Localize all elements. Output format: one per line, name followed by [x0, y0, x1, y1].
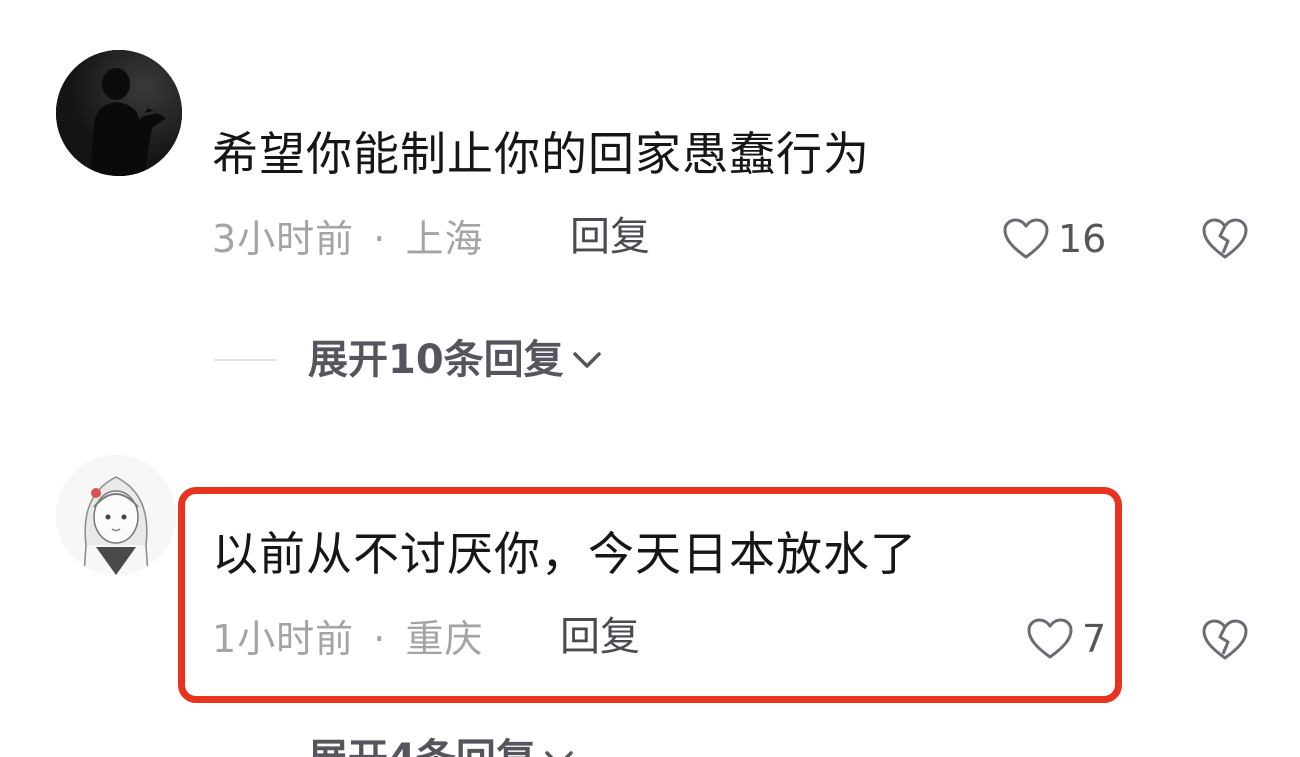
like-button[interactable]: 16 [1002, 216, 1106, 262]
broken-heart-icon [1202, 619, 1248, 660]
like-count: 16 [1058, 217, 1107, 261]
chevron-down-icon [572, 352, 601, 368]
dislike-button[interactable] [1201, 618, 1249, 666]
comment-location: 上海 [405, 217, 484, 261]
expand-replies-row[interactable]: 展开10条回复 [214, 336, 602, 384]
comment-text: 希望你能制止你的回家愚蠢行为 [212, 127, 870, 181]
avatar[interactable] [56, 50, 182, 176]
heart-outline-icon [1003, 218, 1049, 259]
divider-line [214, 359, 276, 361]
broken-heart-icon [1202, 218, 1248, 259]
expand-replies-label[interactable]: 展开4条回复 [308, 735, 536, 757]
expand-replies-row[interactable]: 展开4条回复 [214, 735, 574, 757]
user-avatar-anime-girl-icon [56, 455, 176, 575]
highlight-annotation-box [178, 487, 1122, 703]
reply-button[interactable]: 回复 [570, 214, 650, 260]
chevron-down-icon [545, 751, 573, 757]
meta-separator: · [373, 217, 387, 261]
comment-meta: 3小时前 · 上海 [212, 216, 483, 262]
comment-section: 希望你能制止你的回家愚蠢行为 3小时前 · 上海 回复 16 展开10条回复 以… [0, 0, 1300, 757]
comment-time: 3小时前 [212, 217, 355, 261]
dislike-button[interactable] [1201, 217, 1249, 265]
user-avatar-dark-silhouette-icon [56, 50, 182, 176]
avatar[interactable] [56, 455, 176, 575]
expand-replies-label[interactable]: 展开10条回复 [308, 336, 564, 384]
